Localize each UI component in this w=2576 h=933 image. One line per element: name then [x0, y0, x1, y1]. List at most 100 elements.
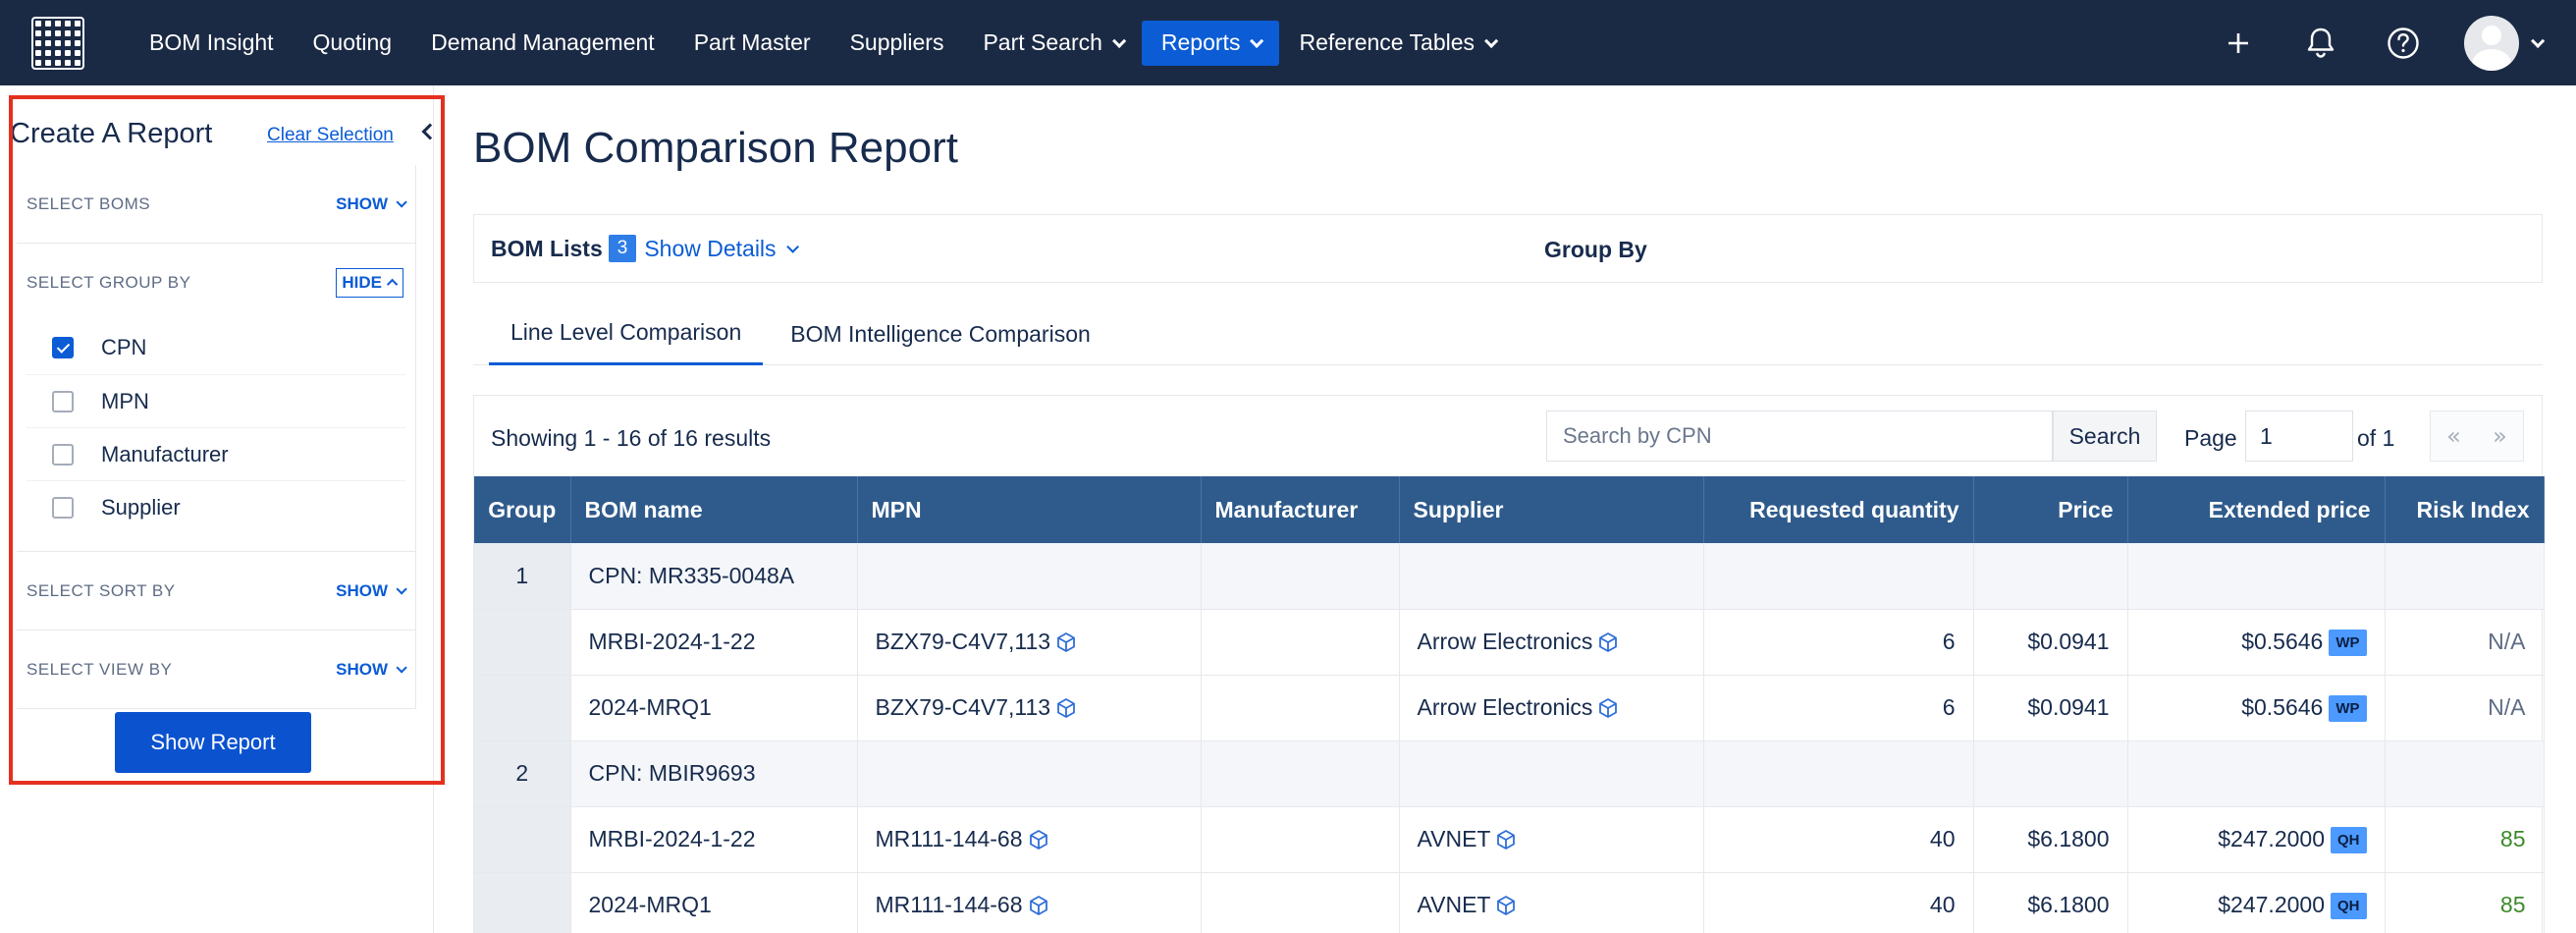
chevron-down-icon	[2531, 33, 2546, 48]
price-source-badge: QH	[2331, 826, 2367, 853]
page-title: BOM Comparison Report	[473, 124, 958, 172]
manufacturer-cell	[1201, 872, 1400, 933]
part-cube-icon[interactable]	[1055, 697, 1077, 719]
section-select-boms: SELECT BOMS SHOW	[17, 165, 415, 244]
requested-quantity-cell: 40	[1703, 806, 1974, 873]
chevron-up-icon	[386, 278, 399, 290]
column-header-bom-name[interactable]: BOM name	[570, 476, 858, 543]
empty-cell	[857, 741, 1202, 807]
nav-item-part-master[interactable]: Part Master	[674, 21, 831, 66]
column-header-group[interactable]: Group	[474, 476, 571, 543]
supplier-cube-icon[interactable]	[1597, 631, 1619, 653]
extended-price-cell: $247.2000 QH	[2127, 872, 2386, 933]
table-row[interactable]: 2024-MRQ1 BZX79-C4V7,113 Arrow Electronics…	[474, 675, 2545, 741]
risk-index-cell: N/A	[2385, 609, 2545, 676]
empty-cell	[1201, 543, 1400, 610]
empty-cell	[1399, 543, 1704, 610]
table-row[interactable]: 2024-MRQ1 MR111-144-68 AVNET 40 $6.1800 $247.…	[474, 872, 2545, 933]
next-page-button[interactable]: »	[2477, 412, 2523, 461]
chevron-down-icon	[1250, 33, 1264, 48]
app-grid-logo-icon[interactable]	[31, 16, 84, 70]
requested-quantity-cell: 6	[1703, 675, 1974, 741]
group-cell	[474, 675, 571, 741]
checkbox-manufacturer[interactable]	[52, 443, 74, 466]
cpn-search-input[interactable]	[1547, 412, 2050, 461]
show-boms-toggle[interactable]: SHOW	[336, 194, 407, 214]
supplier-cube-icon[interactable]	[1495, 829, 1517, 851]
show-sort-by-toggle[interactable]: SHOW	[336, 581, 407, 601]
nav-item-part-search[interactable]: Part Search	[963, 21, 1141, 66]
show-details-toggle[interactable]: Show Details	[644, 236, 799, 262]
manufacturer-cell	[1201, 806, 1400, 873]
empty-cell	[2385, 543, 2545, 610]
mpn-value: MR111-144-68	[875, 892, 1023, 917]
empty-cell	[2127, 543, 2386, 610]
page-total: of 1	[2357, 425, 2395, 451]
group-cell: 2	[474, 741, 571, 807]
column-header-extended-price[interactable]: Extended price	[2127, 476, 2386, 543]
nav-item-label: Demand Management	[431, 29, 655, 55]
show-report-button[interactable]: Show Report	[115, 712, 311, 773]
price-cell: $0.0941	[1973, 609, 2128, 676]
table-row[interactable]: MRBI-2024-1-22 BZX79-C4V7,113 Arrow Electr…	[474, 609, 2545, 676]
mpn-cell: MR111-144-68	[857, 872, 1202, 933]
column-header-price[interactable]: Price	[1973, 476, 2128, 543]
price-source-badge: WP	[2329, 694, 2367, 722]
table-row[interactable]: MRBI-2024-1-22 MR111-144-68 AVNET 40 $6.1800…	[474, 806, 2545, 873]
nav-item-demand-management[interactable]: Demand Management	[411, 21, 674, 66]
section-label: SELECT SORT BY	[27, 580, 176, 600]
page-label: Page	[2184, 425, 2237, 451]
help-icon[interactable]	[2384, 24, 2423, 63]
extended-price-cell: $0.5646 WP	[2127, 609, 2386, 676]
supplier-cube-icon[interactable]	[1495, 895, 1517, 916]
search-button[interactable]: Search	[2053, 411, 2157, 462]
chevron-down-icon	[396, 195, 407, 208]
column-header-manufacturer[interactable]: Manufacturer	[1201, 476, 1400, 543]
supplier-value: Arrow Electronics	[1417, 629, 1593, 654]
group-by-option-supplier[interactable]: Supplier	[27, 480, 405, 533]
nav-item-bom-insight[interactable]: BOM Insight	[130, 21, 294, 66]
group-cell	[474, 806, 571, 873]
group-by-option-manufacturer[interactable]: Manufacturer	[27, 427, 405, 480]
nav-item-quoting[interactable]: Quoting	[294, 21, 412, 66]
hide-group-by-toggle[interactable]: HIDE	[336, 267, 403, 298]
part-cube-icon[interactable]	[1028, 895, 1049, 916]
report-options: SELECT BOMS SHOW SELECT GROUP BY HIDE CP…	[16, 165, 416, 709]
plus-icon[interactable]	[2219, 24, 2258, 63]
checkbox-supplier[interactable]	[52, 496, 74, 519]
column-header-mpn[interactable]: MPN	[857, 476, 1202, 543]
empty-cell	[2385, 741, 2545, 807]
part-cube-icon[interactable]	[1055, 631, 1077, 653]
nav-item-reports[interactable]: Reports	[1141, 20, 1280, 66]
nav-item-suppliers[interactable]: Suppliers	[831, 21, 964, 66]
tab-bom-intelligence-comparison[interactable]: BOM Intelligence Comparison	[769, 302, 1112, 365]
empty-cell	[1973, 741, 2128, 807]
extended-price-cell: $247.2000 QH	[2127, 806, 2386, 873]
section-label: SELECT VIEW BY	[27, 659, 173, 679]
nav-item-reference-tables[interactable]: Reference Tables	[1279, 21, 1514, 66]
group-by-option-mpn[interactable]: MPN	[27, 374, 405, 427]
column-header-supplier[interactable]: Supplier	[1399, 476, 1704, 543]
page-number-input[interactable]	[2245, 411, 2353, 462]
group-by-option-cpn[interactable]: CPN	[27, 321, 405, 374]
supplier-value: AVNET	[1417, 892, 1491, 917]
mpn-cell: MR111-144-68	[857, 806, 1202, 873]
checkbox-cpn[interactable]	[52, 337, 74, 358]
clear-selection-link[interactable]: Clear Selection	[267, 125, 394, 146]
prev-page-button[interactable]: «	[2431, 412, 2477, 461]
supplier-cell: AVNET	[1399, 806, 1704, 873]
checkbox-mpn[interactable]	[52, 390, 74, 412]
group-header-row[interactable]: 1 CPN: MR335-0048A	[474, 543, 2545, 610]
pagination: « »	[2430, 411, 2524, 462]
group-cell: 1	[474, 543, 571, 610]
user-menu[interactable]	[2464, 15, 2546, 71]
show-view-by-toggle[interactable]: SHOW	[336, 660, 407, 680]
bell-icon[interactable]	[2301, 24, 2340, 63]
tab-line-level-comparison[interactable]: Line Level Comparison	[489, 302, 764, 365]
group-header-row[interactable]: 2 CPN: MBIR9693	[474, 741, 2545, 807]
column-header-requested-quantity[interactable]: Requested quantity	[1703, 476, 1974, 543]
part-cube-icon[interactable]	[1028, 829, 1049, 851]
column-header-risk-index[interactable]: Risk Index	[2385, 476, 2545, 543]
extended-price-value: $247.2000	[2218, 891, 2325, 917]
supplier-cube-icon[interactable]	[1597, 697, 1619, 719]
